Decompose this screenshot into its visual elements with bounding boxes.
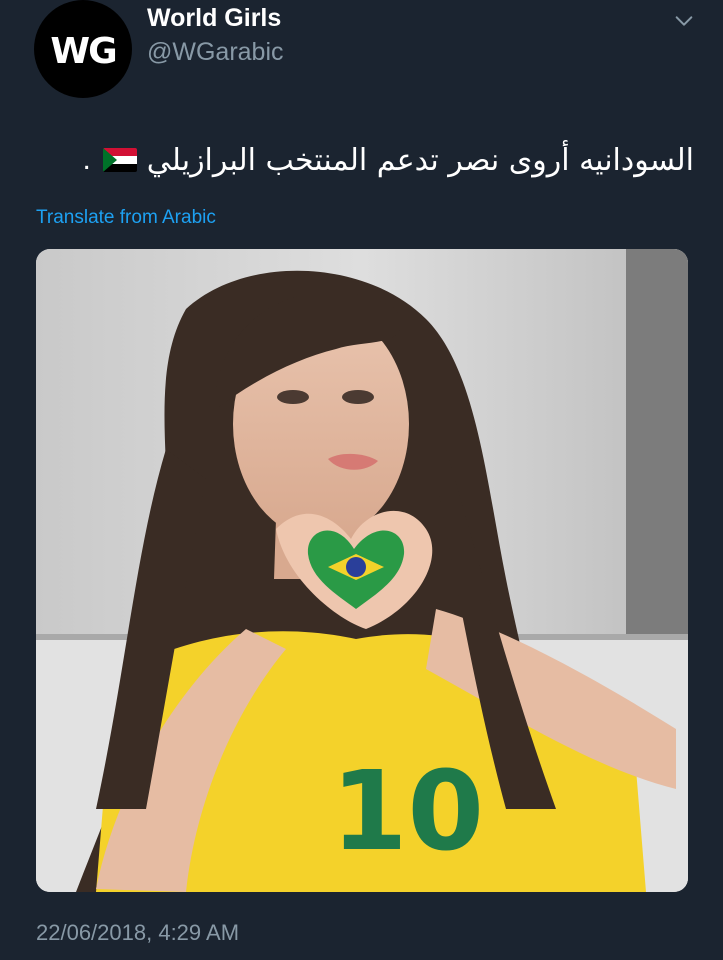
display-name[interactable]: World Girls	[147, 4, 281, 33]
tweet-timestamp: 22/06/2018, 4:29 AM	[36, 920, 240, 945]
chevron-down-icon[interactable]	[673, 10, 695, 32]
tweet-text: السودانيه أروى نصر تدعم المنتخب البرازيل…	[146, 142, 694, 178]
jersey-number: 10	[331, 747, 484, 875]
sudan-flag-icon	[102, 148, 137, 172]
avatar[interactable]: WG	[34, 0, 132, 98]
tweet-text-line: . السودانيه أروى نصر تدعم المنتخب البراز…	[34, 138, 694, 182]
avatar-logo-text: WG	[50, 30, 117, 72]
photo-illustration: 10	[36, 249, 688, 892]
tweet-trailing-punct: .	[82, 143, 91, 176]
translate-link[interactable]: Translate from Arabic	[36, 207, 216, 229]
user-handle[interactable]: @WGarabic	[147, 38, 284, 67]
tweet-photo[interactable]: 10	[36, 249, 688, 892]
